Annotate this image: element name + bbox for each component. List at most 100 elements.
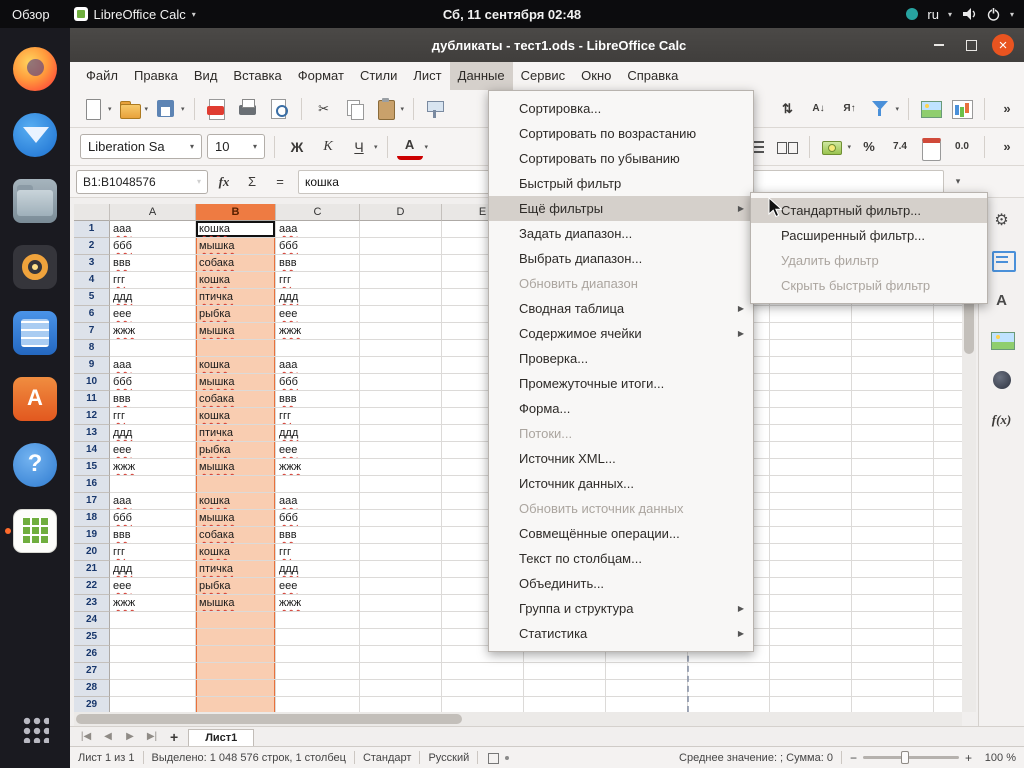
sort-ascending-icon[interactable]: А↓ bbox=[805, 96, 831, 122]
row-header-15[interactable]: 15 bbox=[74, 459, 110, 476]
cell-i9[interactable] bbox=[770, 357, 852, 374]
cell-a20[interactable]: ггг bbox=[110, 544, 196, 561]
cell-i6[interactable] bbox=[770, 306, 852, 323]
cell-a28[interactable] bbox=[110, 680, 196, 697]
next-sheet-icon[interactable]: ▶ bbox=[122, 731, 138, 742]
toolbar-overflow-icon[interactable]: » bbox=[994, 96, 1020, 122]
cell-f27[interactable] bbox=[524, 663, 606, 680]
cell-c14[interactable]: еее bbox=[276, 442, 360, 459]
cell-i26[interactable] bbox=[770, 646, 852, 663]
row-header-6[interactable]: 6 bbox=[74, 306, 110, 323]
expand-formula-bar-icon[interactable]: ▾ bbox=[948, 176, 968, 187]
volume-icon[interactable] bbox=[961, 6, 977, 22]
cell-i19[interactable] bbox=[770, 527, 852, 544]
open-icon[interactable] bbox=[117, 96, 143, 122]
cell-j21[interactable] bbox=[852, 561, 934, 578]
cell-k19[interactable] bbox=[934, 527, 962, 544]
cell-j9[interactable] bbox=[852, 357, 934, 374]
selection-mode-icon[interactable] bbox=[486, 752, 500, 764]
cell-h28[interactable] bbox=[688, 680, 770, 697]
cell-j26[interactable] bbox=[852, 646, 934, 663]
cell-b3[interactable]: собака bbox=[196, 255, 276, 272]
cell-i27[interactable] bbox=[770, 663, 852, 680]
cell-d5[interactable] bbox=[360, 289, 442, 306]
cell-c26[interactable] bbox=[276, 646, 360, 663]
cell-i18[interactable] bbox=[770, 510, 852, 527]
cell-a27[interactable] bbox=[110, 663, 196, 680]
cell-c13[interactable]: ддд bbox=[276, 425, 360, 442]
cell-f29[interactable] bbox=[524, 697, 606, 712]
cell-a7[interactable]: жжж bbox=[110, 323, 196, 340]
cell-b21[interactable]: птичка bbox=[196, 561, 276, 578]
data-menu-item-18[interactable]: Текст по столбцам... bbox=[489, 546, 753, 571]
cell-i28[interactable] bbox=[770, 680, 852, 697]
row-header-24[interactable]: 24 bbox=[74, 612, 110, 629]
data-menu-item-15[interactable]: Источник данных... bbox=[489, 471, 753, 496]
close-button[interactable]: × bbox=[992, 34, 1014, 56]
row-header-22[interactable]: 22 bbox=[74, 578, 110, 595]
cell-i7[interactable] bbox=[770, 323, 852, 340]
cell-i14[interactable] bbox=[770, 442, 852, 459]
cell-k18[interactable] bbox=[934, 510, 962, 527]
menubar-item-вставка[interactable]: Вставка bbox=[225, 62, 289, 90]
cell-a10[interactable]: ббб bbox=[110, 374, 196, 391]
maximize-button[interactable] bbox=[960, 34, 982, 56]
cell-b28[interactable] bbox=[196, 680, 276, 697]
cell-d19[interactable] bbox=[360, 527, 442, 544]
data-menu-item-17[interactable]: Совмещённые операции... bbox=[489, 521, 753, 546]
cell-j25[interactable] bbox=[852, 629, 934, 646]
sort-icon[interactable]: ⇅ bbox=[774, 96, 800, 122]
cell-c2[interactable]: ббб bbox=[276, 238, 360, 255]
cell-d3[interactable] bbox=[360, 255, 442, 272]
cell-b11[interactable]: собака bbox=[196, 391, 276, 408]
row-header-16[interactable]: 16 bbox=[74, 476, 110, 493]
cell-g29[interactable] bbox=[606, 697, 688, 712]
data-menu-item-12[interactable]: Форма... bbox=[489, 396, 753, 421]
row-header-14[interactable]: 14 bbox=[74, 442, 110, 459]
cell-j20[interactable] bbox=[852, 544, 934, 561]
cell-j14[interactable] bbox=[852, 442, 934, 459]
page-style[interactable]: Стандарт bbox=[363, 752, 412, 764]
chevron-down-icon[interactable]: ▾ bbox=[1010, 10, 1014, 19]
cell-a24[interactable] bbox=[110, 612, 196, 629]
cell-k7[interactable] bbox=[934, 323, 962, 340]
menubar-item-стили[interactable]: Стили bbox=[352, 62, 405, 90]
cell-a13[interactable]: ддд bbox=[110, 425, 196, 442]
row-header-28[interactable]: 28 bbox=[74, 680, 110, 697]
cell-d29[interactable] bbox=[360, 697, 442, 712]
app-menu-button[interactable]: LibreOffice Calc ▾ bbox=[62, 0, 208, 28]
insert-image-icon[interactable] bbox=[918, 96, 944, 122]
cell-j13[interactable] bbox=[852, 425, 934, 442]
menubar-item-файл[interactable]: Файл bbox=[78, 62, 126, 90]
cell-d15[interactable] bbox=[360, 459, 442, 476]
cell-b10[interactable]: мышка bbox=[196, 374, 276, 391]
cell-a17[interactable]: ааа bbox=[110, 493, 196, 510]
menubar-item-сервис[interactable]: Сервис bbox=[513, 62, 574, 90]
cell-b15[interactable]: мышка bbox=[196, 459, 276, 476]
cell-h29[interactable] bbox=[688, 697, 770, 712]
data-menu-item-0[interactable]: Сортировка... bbox=[489, 96, 753, 121]
row-header-27[interactable]: 27 bbox=[74, 663, 110, 680]
function-wizard-button[interactable]: fx bbox=[212, 170, 236, 194]
sidebar-properties-icon[interactable] bbox=[988, 246, 1016, 274]
data-menu-item-5[interactable]: Задать диапазон... bbox=[489, 221, 753, 246]
row-header-4[interactable]: 4 bbox=[74, 272, 110, 289]
cell-d2[interactable] bbox=[360, 238, 442, 255]
cell-i16[interactable] bbox=[770, 476, 852, 493]
sidebar-navigator-icon[interactable] bbox=[988, 366, 1016, 394]
cell-k29[interactable] bbox=[934, 697, 962, 712]
cell-k21[interactable] bbox=[934, 561, 962, 578]
cell-j16[interactable] bbox=[852, 476, 934, 493]
cell-k24[interactable] bbox=[934, 612, 962, 629]
cell-a6[interactable]: еее bbox=[110, 306, 196, 323]
cell-d12[interactable] bbox=[360, 408, 442, 425]
menubar-item-вид[interactable]: Вид bbox=[186, 62, 226, 90]
ubuntu-software-button[interactable] bbox=[4, 366, 66, 432]
selection-statistics[interactable]: Среднее значение: ; Сумма: 0 bbox=[679, 752, 833, 764]
cell-a25[interactable] bbox=[110, 629, 196, 646]
print-preview-icon[interactable] bbox=[266, 96, 292, 122]
cell-b14[interactable]: рыбка bbox=[196, 442, 276, 459]
cell-k9[interactable] bbox=[934, 357, 962, 374]
cell-b9[interactable]: кошка bbox=[196, 357, 276, 374]
cell-a29[interactable] bbox=[110, 697, 196, 712]
